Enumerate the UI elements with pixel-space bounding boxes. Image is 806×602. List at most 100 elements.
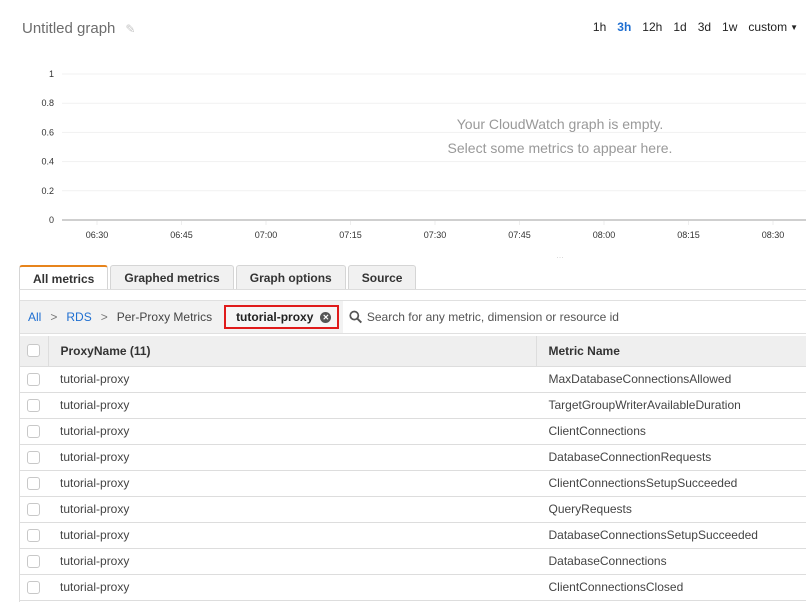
breadcrumb-all[interactable]: All	[28, 310, 41, 324]
metric-name-cell: ClientConnections	[536, 418, 806, 445]
row-checkbox[interactable]	[27, 372, 40, 386]
x-tick-label: 08:30	[762, 230, 785, 240]
row-checkbox-cell	[20, 366, 48, 393]
proxy-name-cell: tutorial-proxy	[48, 574, 536, 601]
row-checkbox[interactable]	[27, 398, 40, 412]
breadcrumb-per-proxy-metrics: Per-Proxy Metrics	[116, 310, 213, 324]
x-tick-label: 08:00	[593, 230, 616, 240]
empty-state-line2: Select some metrics to appear here.	[447, 140, 673, 156]
y-tick-label: 0	[49, 215, 54, 225]
resize-handle[interactable]: …	[556, 251, 564, 260]
y-tick-label: 0.2	[41, 186, 54, 196]
metric-name-cell: ClientConnectionsClosed	[536, 574, 806, 601]
table-row[interactable]: tutorial-proxy MaxDatabaseConnectionsAll…	[20, 366, 806, 393]
range-1d[interactable]: 1d	[673, 20, 686, 34]
table-row[interactable]: tutorial-proxy ClientConnectionsClosed	[20, 574, 806, 601]
row-checkbox[interactable]	[27, 476, 40, 490]
column-proxyname[interactable]: ProxyName (11)	[48, 336, 537, 367]
x-tick-label: 07:30	[424, 230, 447, 240]
metric-name-cell: DatabaseConnections	[536, 548, 806, 575]
search-box	[343, 301, 806, 333]
row-checkbox[interactable]	[27, 554, 40, 568]
tab-graph-options[interactable]: Graph options	[235, 265, 346, 290]
table-row[interactable]: tutorial-proxy DatabaseConnections	[20, 548, 806, 575]
filter-token-label: tutorial-proxy	[236, 310, 314, 324]
tab-graphed-metrics[interactable]: Graphed metrics	[110, 265, 234, 290]
search-icon	[349, 310, 363, 324]
row-checkbox-cell	[20, 392, 48, 419]
proxy-name-cell: tutorial-proxy	[48, 444, 536, 471]
table-row[interactable]: tutorial-proxy TargetGroupWriterAvailabl…	[20, 392, 806, 419]
close-icon[interactable]: ✕	[320, 311, 332, 323]
row-checkbox[interactable]	[27, 528, 40, 542]
metric-name-cell: MaxDatabaseConnectionsAllowed	[536, 366, 806, 393]
proxy-name-cell: tutorial-proxy	[48, 522, 536, 549]
metric-name-cell: ClientConnectionsSetupSucceeded	[536, 470, 806, 497]
caret-down-icon: ▼	[790, 23, 798, 33]
y-tick-label: 0.6	[41, 127, 54, 137]
graph-title: Untitled graph ✎	[22, 20, 135, 37]
breadcrumb: All > RDS > Per-Proxy Metrics tutorial-p…	[20, 300, 806, 334]
row-checkbox-cell	[20, 444, 48, 471]
range-1h[interactable]: 1h	[593, 20, 606, 34]
tab-source[interactable]: Source	[347, 265, 417, 290]
proxy-name-cell: tutorial-proxy	[48, 418, 536, 445]
row-checkbox[interactable]	[27, 502, 40, 516]
breadcrumb-rds[interactable]: RDS	[66, 310, 91, 324]
range-3h[interactable]: 3h	[617, 20, 631, 34]
range-12h[interactable]: 12h	[642, 20, 662, 34]
metric-name-cell: TargetGroupWriterAvailableDuration	[536, 392, 806, 419]
y-tick-label: 1	[49, 69, 54, 79]
table-header: ProxyName (11) Metric Name	[20, 336, 806, 367]
empty-state-line1: Your CloudWatch graph is empty.	[456, 116, 664, 132]
range-custom[interactable]: custom ▼	[748, 20, 798, 34]
row-checkbox[interactable]	[27, 580, 40, 594]
table-row[interactable]: tutorial-proxy QueryRequests	[20, 496, 806, 523]
row-checkbox-cell	[20, 496, 48, 523]
proxy-name-cell: tutorial-proxy	[48, 548, 536, 575]
metric-name-cell: DatabaseConnectionRequests	[536, 444, 806, 471]
row-checkbox[interactable]	[27, 450, 40, 464]
graph-area: 0 0.2 0.4 0.6 0.8 1 06:30 06:45 07:00 07:15 07:30 0…	[0, 60, 806, 260]
proxy-name-cell: tutorial-proxy	[48, 496, 536, 523]
proxy-name-cell: tutorial-proxy	[48, 392, 536, 419]
breadcrumb-separator: >	[100, 310, 108, 324]
row-checkbox-cell	[20, 548, 48, 575]
x-tick-label: 07:45	[508, 230, 531, 240]
x-tick-label: 08:15	[677, 230, 700, 240]
metric-name-cell: QueryRequests	[536, 496, 806, 523]
metrics-table: ProxyName (11) Metric Name tutorial-prox…	[20, 336, 806, 601]
search-input[interactable]	[366, 310, 806, 324]
row-checkbox-cell	[20, 574, 48, 601]
y-tick-label: 0.8	[41, 98, 54, 108]
filter-token: tutorial-proxy ✕	[224, 305, 340, 329]
metrics-panel: All > RDS > Per-Proxy Metrics tutorial-p…	[19, 290, 806, 602]
pencil-icon[interactable]: ✎	[125, 22, 135, 36]
table-row[interactable]: tutorial-proxy ClientConnections	[20, 418, 806, 445]
row-checkbox[interactable]	[27, 424, 40, 438]
time-range-selector: 1h 3h 12h 1d 3d 1w custom ▼	[593, 20, 798, 34]
y-tick-label: 0.4	[41, 157, 54, 167]
x-tick-label: 07:00	[255, 230, 278, 240]
range-3d[interactable]: 3d	[698, 20, 711, 34]
table-row[interactable]: tutorial-proxy DatabaseConnectionsSetupS…	[20, 522, 806, 549]
range-1w[interactable]: 1w	[722, 20, 737, 34]
proxy-name-cell: tutorial-proxy	[48, 470, 536, 497]
select-all-cell	[20, 336, 49, 367]
custom-label: custom	[748, 20, 788, 34]
metric-name-cell: DatabaseConnectionsSetupSucceeded	[536, 522, 806, 549]
empty-state: Your CloudWatch graph is empty. Select s…	[400, 112, 720, 160]
x-tick-label: 06:45	[170, 230, 193, 240]
row-checkbox-cell	[20, 470, 48, 497]
proxy-name-cell: tutorial-proxy	[48, 366, 536, 393]
select-all-checkbox[interactable]	[27, 344, 40, 358]
row-checkbox-cell	[20, 418, 48, 445]
x-tick-label: 07:15	[339, 230, 362, 240]
table-row[interactable]: tutorial-proxy DatabaseConnectionRequest…	[20, 444, 806, 471]
row-checkbox-cell	[20, 522, 48, 549]
table-row[interactable]: tutorial-proxy ClientConnectionsSetupSuc…	[20, 470, 806, 497]
x-tick-label: 06:30	[86, 230, 109, 240]
metrics-tabs: All metrics Graphed metrics Graph option…	[19, 265, 417, 290]
tab-all-metrics[interactable]: All metrics	[19, 265, 109, 290]
column-metric-name[interactable]: Metric Name	[536, 336, 806, 367]
